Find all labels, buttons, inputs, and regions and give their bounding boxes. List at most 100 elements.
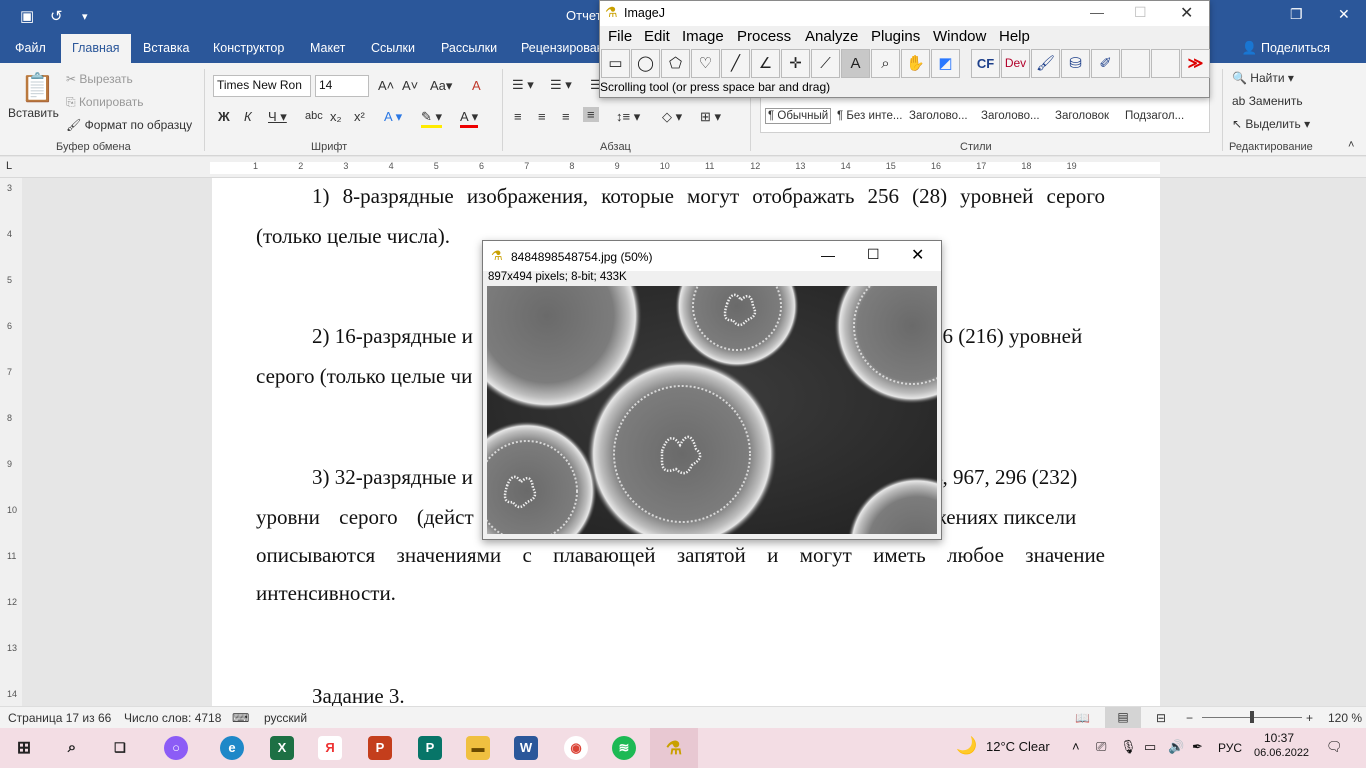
style-normal[interactable]: ¶ Обычный (765, 108, 832, 124)
menu-file[interactable]: File (608, 28, 632, 45)
select-button[interactable]: ↖ Выделить ▾ (1232, 117, 1310, 131)
horizontal-ruler[interactable]: L 1 2 3 4 5 6 7 8 9 10 11 12 13 14 15 16 17 18 19 (0, 157, 1366, 178)
zoom-out-icon[interactable]: − (1186, 711, 1193, 725)
paste-icon[interactable]: 📋 (20, 71, 55, 104)
align-left-icon[interactable]: ≡ (514, 109, 522, 124)
menu-plugins[interactable]: Plugins (871, 28, 920, 45)
clock-date[interactable]: 06.06.2022 (1254, 747, 1309, 759)
line-spacing-icon[interactable]: ↕≡ ▾ (616, 109, 640, 125)
bold-icon[interactable]: Ж (218, 109, 230, 124)
chrome-icon[interactable]: ◉ (564, 736, 588, 760)
superscript-icon[interactable]: x² (354, 109, 365, 124)
align-center-icon[interactable]: ≡ (538, 109, 546, 124)
style-heading-1[interactable]: Заголово... (909, 110, 968, 122)
polygon-tool-icon[interactable]: ⬠ (661, 49, 690, 78)
oval-tool-icon[interactable]: ◯ (631, 49, 660, 78)
style-no-spacing[interactable]: ¶ Без инте... (837, 110, 902, 122)
image-close-icon[interactable]: ✕ (911, 245, 924, 265)
grow-font-icon[interactable]: A˄ (378, 78, 394, 93)
menu-window[interactable]: Window (933, 28, 986, 45)
quick-access-menu-icon[interactable]: ▾ (82, 10, 88, 23)
tab-layout[interactable]: Макет (299, 34, 356, 63)
microphone-icon[interactable]: 🎙 (1120, 739, 1137, 755)
dev-tool-button[interactable]: Dev (1001, 49, 1030, 78)
tab-selector-icon[interactable]: L (6, 160, 12, 172)
justify-icon[interactable]: ≡ (583, 107, 599, 122)
pencil-tool-icon[interactable]: ✐ (1091, 49, 1120, 78)
flood-fill-tool-icon[interactable]: ⛁ (1061, 49, 1090, 78)
spotify-icon[interactable]: ≋ (612, 736, 636, 760)
image-maximize-icon[interactable]: ☐ (867, 246, 880, 263)
find-button[interactable]: 🔍 Найти ▾ (1232, 71, 1294, 85)
image-canvas[interactable] (487, 286, 937, 534)
input-language[interactable]: РУС (1218, 741, 1242, 755)
clock-time[interactable]: 10:37 (1264, 731, 1294, 745)
italic-icon[interactable]: К (244, 109, 252, 124)
imagej-minimize-icon[interactable]: — (1090, 4, 1104, 20)
cut-button[interactable]: ✂ Вырезать (66, 72, 133, 86)
undo-icon[interactable]: ↺ (50, 7, 63, 25)
read-mode-icon[interactable]: 📖 (1075, 711, 1090, 725)
paste-button[interactable]: Вставить (8, 106, 59, 120)
angle-tool-icon[interactable]: ∠ (751, 49, 780, 78)
image-window-title-bar[interactable]: ⚗ 8484898548754.jpg (50%) — ☐ ✕ (483, 241, 941, 271)
windows-start-icon[interactable]: ⊞ (12, 736, 36, 760)
restore-window-icon[interactable]: ❐ (1290, 6, 1303, 23)
subscript-icon[interactable]: x₂ (330, 109, 342, 124)
imagej-taskbar-icon[interactable]: ⚗ (650, 728, 698, 768)
replace-button[interactable]: ab Заменить (1232, 94, 1303, 108)
numbering-icon[interactable]: ☰ ▾ (550, 77, 572, 93)
magnifier-tool-icon[interactable]: ⌕ (871, 49, 900, 78)
web-layout-icon[interactable]: ⊟ (1156, 711, 1166, 725)
powerpoint-icon[interactable]: P (368, 736, 392, 760)
clear-formatting-icon[interactable]: A (472, 78, 481, 93)
style-title[interactable]: Заголовок (1055, 110, 1109, 122)
line-tool-icon[interactable]: ╱ (721, 49, 750, 78)
menu-edit[interactable]: Edit (644, 28, 670, 45)
point-tool-icon[interactable]: ✛ (781, 49, 810, 78)
rectangle-tool-icon[interactable]: ▭ (601, 49, 630, 78)
tab-file[interactable]: Файл (4, 34, 57, 63)
close-window-icon[interactable]: ✕ (1338, 6, 1350, 23)
language-status[interactable]: русский (264, 711, 307, 725)
menu-process[interactable]: Process (737, 28, 791, 45)
more-tools-icon[interactable]: ≫ (1181, 49, 1210, 78)
align-right-icon[interactable]: ≡ (562, 109, 570, 124)
webcam-icon[interactable]: ⎚ (1096, 739, 1106, 755)
print-layout-icon[interactable]: ▤ (1105, 707, 1141, 728)
scrolling-tool-icon[interactable]: ✋ (901, 49, 930, 78)
publisher-icon[interactable]: P (418, 736, 442, 760)
search-icon[interactable]: ⌕ (60, 736, 84, 760)
imagej-maximize-icon[interactable]: ☐ (1134, 4, 1147, 21)
format-painter-button[interactable]: 🖌 Формат по образцу (66, 118, 192, 132)
pen-icon[interactable]: ✒ (1192, 739, 1203, 755)
proofing-icon[interactable]: ⌨ (232, 711, 249, 725)
page-count[interactable]: Страница 17 из 66 (8, 711, 111, 725)
imagej-title-bar[interactable]: ⚗ ImageJ — ☐ ✕ (600, 1, 1209, 26)
style-subtitle[interactable]: Подзагол... (1125, 110, 1184, 122)
font-name-select[interactable]: Times New Ron (213, 75, 311, 97)
wand-tool-icon[interactable]: ⟋ (811, 49, 840, 78)
imagej-close-icon[interactable]: ✕ (1180, 3, 1193, 23)
volume-icon[interactable]: 🔊 (1168, 739, 1184, 755)
highlight-icon[interactable]: ✎ ▾ (421, 109, 443, 128)
bullets-icon[interactable]: ☰ ▾ (512, 77, 534, 93)
tab-references[interactable]: Ссылки (360, 34, 426, 63)
word-icon[interactable]: W (514, 736, 538, 760)
zoom-in-icon[interactable]: + (1306, 711, 1313, 725)
font-size-select[interactable]: 14 (315, 75, 369, 97)
menu-help[interactable]: Help (999, 28, 1030, 45)
brush-tool-icon[interactable]: 🖌 (1031, 49, 1060, 78)
empty-tool-slot[interactable] (1151, 49, 1180, 78)
color-picker-tool-icon[interactable]: ◩ (931, 49, 960, 78)
weather-text[interactable]: 12°C Clear (986, 739, 1050, 754)
edge-browser-icon[interactable]: e (220, 736, 244, 760)
style-heading-2[interactable]: Заголово... (981, 110, 1040, 122)
share-button[interactable]: 👤 Поделиться (1242, 41, 1330, 56)
tab-insert[interactable]: Вставка (132, 34, 200, 63)
cf-tool-button[interactable]: CF (971, 49, 1000, 78)
menu-analyze[interactable]: Analyze (805, 28, 858, 45)
menu-image[interactable]: Image (682, 28, 724, 45)
file-explorer-icon[interactable]: ▬ (466, 736, 490, 760)
tab-home[interactable]: Главная (61, 34, 131, 63)
